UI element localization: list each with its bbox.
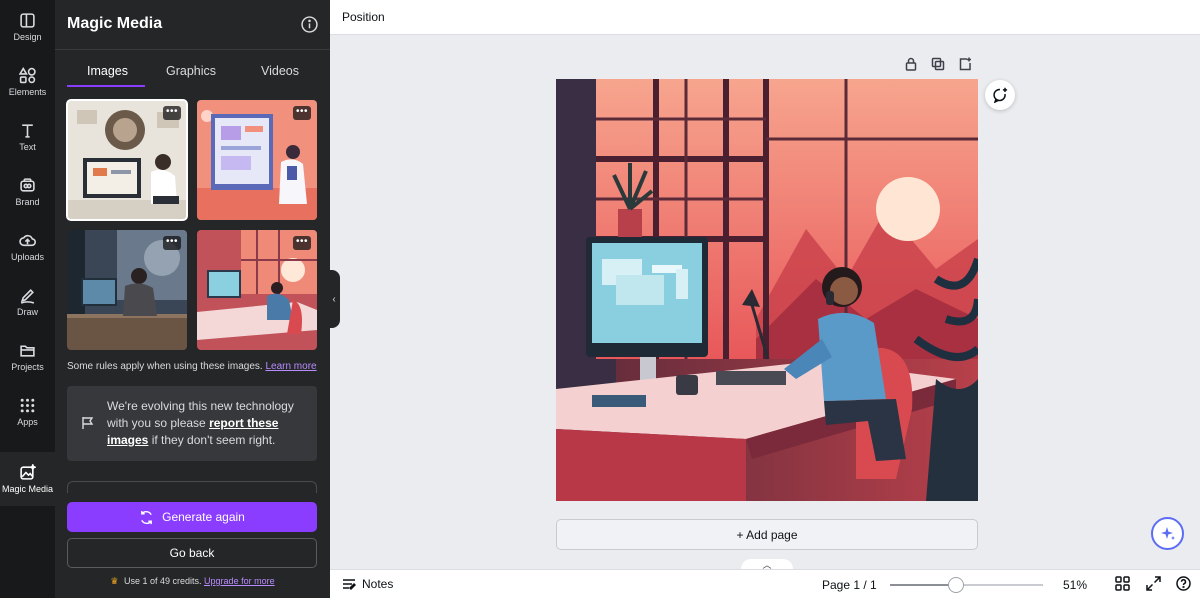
- zoom-slider[interactable]: [890, 577, 1043, 593]
- rail-item-label: Draw: [16, 307, 38, 317]
- feedback-notice: We're evolving this new technology with …: [67, 386, 317, 461]
- chevron-left-icon: ‹: [332, 293, 336, 305]
- panel-title: Magic Media: [67, 15, 163, 32]
- rail-item-draw[interactable]: Draw: [0, 275, 55, 329]
- info-icon[interactable]: [301, 16, 318, 33]
- bottom-bar: Notes Page 1 / 1 51%: [330, 569, 1200, 598]
- rail-item-projects[interactable]: Projects: [0, 330, 55, 384]
- rail-item-uploads[interactable]: Uploads: [0, 220, 55, 274]
- magic-media-icon: [20, 464, 36, 480]
- magic-media-panel: Magic Media Images Graphics Videos ••• •…: [55, 0, 330, 598]
- fullscreen-icon: [1146, 576, 1161, 591]
- image-options-button[interactable]: •••: [163, 236, 181, 250]
- tab-images[interactable]: Images: [87, 64, 128, 78]
- credits-line: ♛ Use 1 of 49 credits. Upgrade for more: [55, 576, 330, 587]
- apps-icon: [20, 398, 35, 413]
- learn-more-link[interactable]: Learn more: [265, 361, 316, 372]
- tab-graphics[interactable]: Graphics: [166, 64, 216, 78]
- crown-icon: ♛: [110, 576, 119, 586]
- flag-icon: [82, 417, 94, 429]
- text-icon: [22, 124, 33, 138]
- comment-add-icon: [993, 87, 1008, 103]
- add-page-button[interactable]: + Add page: [556, 519, 978, 550]
- brand-icon: [20, 178, 35, 192]
- rail-item-elements[interactable]: Elements: [0, 55, 55, 109]
- fullscreen-button[interactable]: [1146, 576, 1162, 592]
- rail-item-label: Magic Media: [1, 484, 54, 494]
- sparkle-icon: [1160, 526, 1175, 540]
- go-back-button[interactable]: Go back: [67, 538, 317, 568]
- magic-assistant-button[interactable]: [1151, 517, 1184, 550]
- rail-item-label: Design: [13, 32, 42, 42]
- left-rail: Design Elements Text Brand Uploads Draw …: [0, 0, 55, 598]
- generated-image-1[interactable]: •••: [66, 99, 188, 221]
- generate-again-button[interactable]: Generate again: [67, 502, 317, 532]
- projects-icon: [20, 345, 35, 357]
- generated-image-2[interactable]: •••: [197, 100, 317, 220]
- position-button[interactable]: Position: [342, 10, 385, 24]
- results-card-edge: [67, 481, 317, 493]
- panel-divider: [55, 49, 330, 50]
- rail-item-magic-media[interactable]: Magic Media: [0, 452, 55, 506]
- image-options-button[interactable]: •••: [163, 106, 181, 120]
- rail-item-label: Brand: [15, 197, 40, 207]
- grid-view-button[interactable]: [1115, 576, 1131, 592]
- canvas-artwork: [556, 79, 978, 501]
- notice-text-after: if they don't seem right.: [151, 433, 276, 447]
- duplicate-icon: [931, 57, 945, 71]
- rail-item-text[interactable]: Text: [0, 110, 55, 164]
- add-element-button[interactable]: [958, 57, 974, 73]
- notes-button[interactable]: Notes: [342, 577, 393, 591]
- rail-item-label: Elements: [8, 87, 47, 97]
- rail-item-apps[interactable]: Apps: [0, 385, 55, 439]
- zoom-slider-handle[interactable]: [947, 577, 964, 593]
- uploads-icon: [19, 234, 36, 247]
- design-icon: [20, 13, 35, 28]
- usage-rules-label: Some rules apply when using these images…: [67, 361, 263, 372]
- image-options-button[interactable]: •••: [293, 236, 311, 250]
- tab-videos[interactable]: Videos: [261, 64, 299, 78]
- notice-text: We're evolving this new technology with …: [107, 398, 307, 449]
- collapse-panel-handle[interactable]: ‹: [328, 270, 340, 328]
- grid-view-icon: [1115, 576, 1130, 591]
- elements-icon: [19, 67, 36, 84]
- rail-item-brand[interactable]: Brand: [0, 165, 55, 219]
- draw-icon: [20, 289, 35, 304]
- duplicate-button[interactable]: [931, 57, 947, 73]
- notes-icon: [343, 579, 356, 591]
- zoom-level[interactable]: 51%: [1063, 578, 1087, 592]
- rail-item-design[interactable]: Design: [0, 0, 55, 54]
- context-toolbar: Position: [330, 0, 1200, 35]
- zoom-slider-fill: [890, 584, 956, 586]
- credits-text: Use 1 of 49 credits.: [123, 576, 202, 586]
- upgrade-link[interactable]: Upgrade for more: [204, 576, 275, 586]
- image-options-button[interactable]: •••: [293, 106, 311, 120]
- add-comment-button[interactable]: [985, 80, 1015, 110]
- lock-icon: [905, 57, 917, 71]
- help-button[interactable]: [1176, 576, 1192, 592]
- active-tab-indicator: [67, 85, 145, 87]
- generate-again-label: Generate again: [162, 510, 245, 524]
- rail-item-label: Text: [19, 142, 36, 152]
- page-indicator[interactable]: Page 1 / 1: [822, 578, 877, 592]
- rail-item-label: Projects: [11, 362, 44, 372]
- design-canvas-image[interactable]: [556, 79, 978, 501]
- lock-button[interactable]: [904, 57, 920, 73]
- notes-label: Notes: [362, 577, 394, 591]
- rail-item-label: Uploads: [10, 252, 45, 262]
- generated-image-4[interactable]: •••: [197, 230, 317, 350]
- refresh-icon: [141, 510, 153, 524]
- generated-image-3[interactable]: •••: [67, 230, 187, 350]
- add-page-icon: [959, 57, 971, 71]
- help-icon: [1176, 576, 1191, 591]
- usage-rules-text: Some rules apply when using these images…: [67, 361, 317, 372]
- rail-item-label: Apps: [17, 417, 38, 427]
